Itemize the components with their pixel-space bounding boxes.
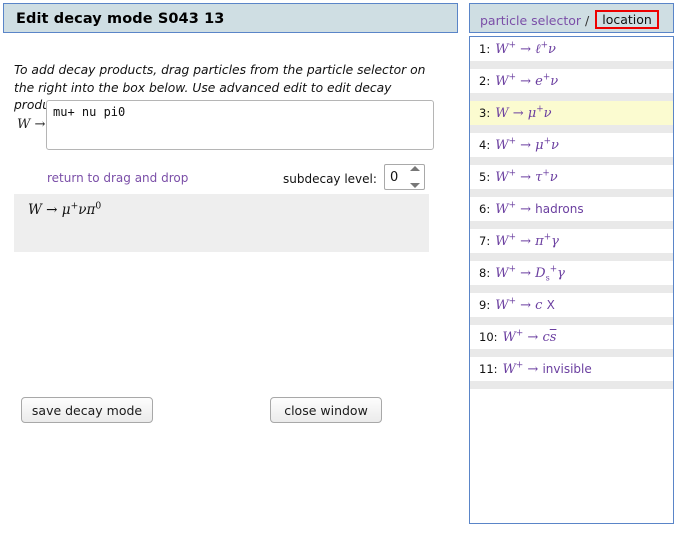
row-separator <box>470 157 673 165</box>
list-item-index: 8: <box>479 266 491 280</box>
list-item-formula: W+ → π+γ <box>495 232 559 249</box>
row-separator <box>470 93 673 101</box>
breadcrumb: particle selector / location <box>480 10 659 30</box>
decay-preview-box: W → μ+νπ0 <box>14 194 429 252</box>
decay-preview-formula: W → μ+νπ0 <box>28 200 102 218</box>
edit-panel-header: Edit decay mode S043 13 <box>3 3 458 33</box>
return-to-drag-and-drop-link[interactable]: return to drag and drop <box>47 171 188 185</box>
chevron-up-icon[interactable] <box>410 166 420 171</box>
row-separator <box>470 285 673 293</box>
stepper-buttons[interactable] <box>408 166 422 188</box>
list-item-index: 9: <box>479 298 491 312</box>
list-item-index: 6: <box>479 202 491 216</box>
parent-particle-label: W → <box>17 117 46 132</box>
list-item-formula: W+ → invisible <box>502 360 592 377</box>
list-item-formula: W+ → μ+ν <box>495 136 559 153</box>
edit-decay-mode-panel: Edit decay mode S043 13 To add decay pro… <box>0 0 462 536</box>
particle-selector-header: particle selector / location <box>469 3 674 33</box>
row-separator <box>470 61 673 69</box>
row-separator <box>470 221 673 229</box>
list-item-formula: W+ → c X <box>495 296 555 313</box>
list-item-index: 3: <box>479 106 491 120</box>
list-item-index: 10: <box>479 330 498 344</box>
subdecay-level-label: subdecay level: <box>283 172 377 186</box>
list-item-index: 7: <box>479 234 491 248</box>
list-item[interactable]: 7: W+ → π+γ <box>470 229 673 253</box>
subdecay-level-stepper[interactable] <box>384 164 425 190</box>
decay-products-input[interactable] <box>46 100 434 150</box>
decay-input-row: W → <box>14 100 434 152</box>
list-item-formula: W → μ+ν <box>495 104 552 121</box>
row-separator <box>470 349 673 357</box>
breadcrumb-separator: / <box>585 13 590 28</box>
row-separator <box>470 317 673 325</box>
breadcrumb-current-highlight: location <box>595 10 659 29</box>
list-item-index: 11: <box>479 362 498 376</box>
list-item-formula: W+ → Ds+γ <box>495 264 565 283</box>
row-separator <box>470 189 673 197</box>
list-item-formula: W+ → τ+ν <box>495 168 558 185</box>
list-item-formula: W+ → ℓ+ν <box>495 40 556 57</box>
list-item[interactable]: 1: W+ → ℓ+ν <box>470 37 673 61</box>
list-item[interactable]: 6: W+ → hadrons <box>470 197 673 221</box>
page-title: Edit decay mode S043 13 <box>16 11 225 27</box>
particle-selector-panel: particle selector / location 1: W+ → ℓ+ν… <box>469 3 674 524</box>
list-item-index: 1: <box>479 42 491 56</box>
particle-decay-list[interactable]: 1: W+ → ℓ+ν 2: W+ → e+ν 3: W → μ+ν 4: W+… <box>469 36 674 524</box>
list-item[interactable]: 9: W+ → c X <box>470 293 673 317</box>
list-item[interactable]: 5: W+ → τ+ν <box>470 165 673 189</box>
subdecay-level-input[interactable] <box>390 170 408 185</box>
list-item[interactable]: 10: W+ → cs <box>470 325 673 349</box>
list-item-formula: W+ → hadrons <box>495 200 584 217</box>
list-item-index: 5: <box>479 170 491 184</box>
chevron-down-icon[interactable] <box>410 183 420 188</box>
row-separator <box>470 381 673 389</box>
list-item[interactable]: 4: W+ → μ+ν <box>470 133 673 157</box>
close-window-button[interactable]: close window <box>270 397 382 423</box>
breadcrumb-current[interactable]: location <box>602 12 652 27</box>
save-decay-mode-button[interactable]: save decay mode <box>21 397 153 423</box>
list-item-index: 2: <box>479 74 491 88</box>
row-separator <box>470 125 673 133</box>
list-item-selected[interactable]: 3: W → μ+ν <box>470 101 673 125</box>
row-separator <box>470 253 673 261</box>
list-item[interactable]: 8: W+ → Ds+γ <box>470 261 673 285</box>
list-item-formula: W+ → e+ν <box>495 72 559 89</box>
list-item[interactable]: 11: W+ → invisible <box>470 357 673 381</box>
list-item[interactable]: 2: W+ → e+ν <box>470 69 673 93</box>
list-item-formula: W+ → cs <box>502 328 557 345</box>
breadcrumb-root[interactable]: particle selector <box>480 13 581 28</box>
list-item-index: 4: <box>479 138 491 152</box>
